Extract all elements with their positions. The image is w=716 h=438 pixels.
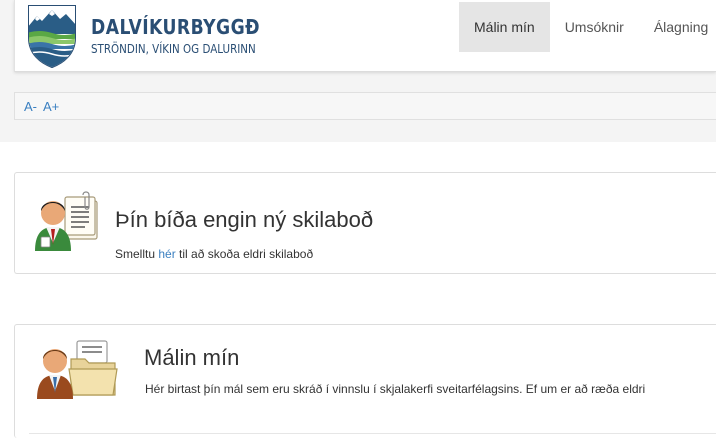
font-size-bar: A- A+ (14, 92, 716, 120)
nav-item-umsoknir[interactable]: Umsóknir (550, 2, 639, 52)
messages-title: Þín bíða engin ný skilaboð (115, 207, 374, 232)
my-cases-panel: Málin mín Hér birtast þín mál sem eru sk… (14, 324, 716, 438)
cases-divider (29, 433, 716, 434)
top-navbar: DALVÍKURBYGGÐ STRÖNDIN, VÍKIN OG DALURIN… (14, 0, 716, 72)
cases-title: Málin mín (144, 345, 240, 370)
brand-name: DALVÍKURBYGGÐ (91, 15, 260, 39)
messages-text-prefix: Smelltu (115, 247, 159, 261)
brand-tagline: STRÖNDIN, VÍKIN OG DALURINN (91, 42, 256, 56)
municipal-crest-logo (28, 5, 76, 68)
messages-panel: Þín bíða engin ný skilaboð Smelltu hér t… (14, 172, 716, 274)
user-with-document-icon (35, 191, 98, 251)
main-nav: Málin mín Umsóknir Álagning (459, 2, 716, 52)
user-with-folder-icon (37, 340, 118, 399)
older-messages-link[interactable]: hér (158, 247, 175, 261)
nav-item-malin-min[interactable]: Málin mín (459, 2, 550, 52)
brand[interactable]: DALVÍKURBYGGÐ STRÖNDIN, VÍKIN OG DALURIN… (27, 4, 288, 68)
messages-text-suffix: til að skoða eldri skilaboð (175, 247, 314, 261)
cases-description: Hér birtast þín mál sem eru skráð í vinn… (145, 382, 646, 396)
font-increase-button[interactable]: A+ (43, 99, 59, 114)
font-decrease-button[interactable]: A- (24, 99, 37, 114)
messages-text: Smelltu hér til að skoða eldri skilaboð (115, 247, 313, 261)
nav-item-alagning[interactable]: Álagning (639, 2, 716, 52)
